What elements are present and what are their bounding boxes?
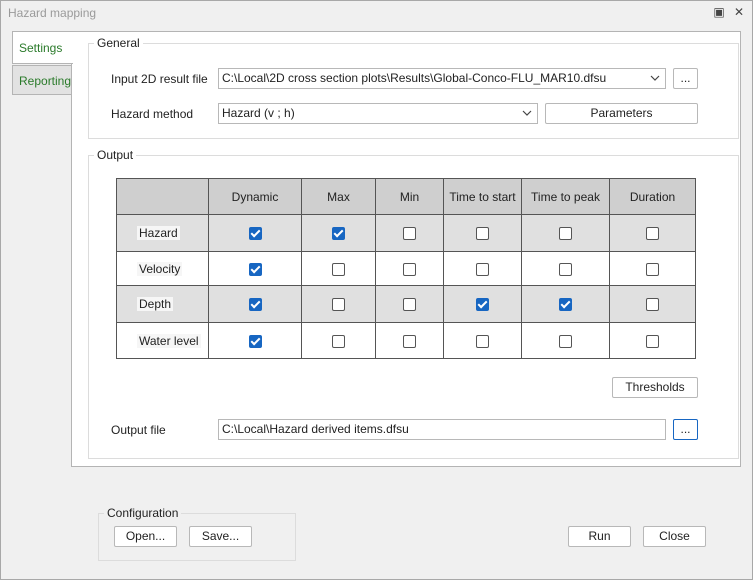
open-config-button[interactable]: Open... [114,526,177,547]
hazard-mapping-window: Hazard mapping ▣ ✕ Settings Reporting Ge… [0,0,753,580]
output-checkbox[interactable] [403,298,416,312]
checkbox-cell [301,251,376,286]
output-checkbox[interactable] [403,334,416,348]
checkbox-cell [443,251,522,286]
column-header [116,178,209,215]
column-header: Time to start [443,178,522,215]
tab-reporting[interactable]: Reporting [12,65,72,95]
parameters-button[interactable]: Parameters [545,103,698,124]
tab-settings[interactable]: Settings [12,31,73,64]
row-label-cell: Water level [116,322,209,359]
output-checkbox[interactable] [332,227,345,241]
output-checkbox[interactable] [559,298,572,312]
close-button[interactable]: Close [643,526,706,547]
column-header: Time to peak [521,178,610,215]
output-checkbox[interactable] [559,334,572,348]
checkbox-cell [443,322,522,359]
checkbox-cell [521,214,610,252]
title-bar: Hazard mapping ▣ ✕ [1,1,752,25]
table-header-row: Dynamic Max Min Time to start Time to pe… [116,178,696,215]
output-checkbox[interactable] [559,262,572,276]
checkbox-cell [301,214,376,252]
output-checkbox[interactable] [476,334,489,348]
checkbox-cell [375,214,444,252]
hazard-method-combo[interactable]: Hazard (v ; h) [218,103,538,124]
chevron-down-icon [650,75,660,81]
output-group-label: Output [94,148,137,162]
output-checkbox[interactable] [476,262,489,276]
table-row: Water level [116,322,696,359]
checkbox-cell [521,285,610,323]
column-header: Duration [609,178,696,215]
output-browse-button[interactable]: ... [673,419,698,440]
checkbox-cell [208,322,302,359]
configuration-group-label: Configuration [104,506,182,520]
output-file-field[interactable]: C:\Local\Hazard derived items.dfsu [218,419,666,440]
row-label-cell: Depth [116,285,209,323]
row-label: Depth [137,297,174,311]
general-group: General [88,36,739,139]
checkbox-cell [375,251,444,286]
settings-panel: General Input 2D result file C:\Local\2D… [71,31,741,467]
column-header: Dynamic [208,178,302,215]
output-items-table: Dynamic Max Min Time to start Time to pe… [116,178,696,359]
input-file-combo[interactable]: C:\Local\2D cross section plots\Results\… [218,68,666,89]
checkbox-cell [208,214,302,252]
output-checkbox[interactable] [646,334,659,348]
output-file-label: Output file [111,423,166,437]
run-button[interactable]: Run [568,526,631,547]
checkbox-cell [375,322,444,359]
output-checkbox[interactable] [403,227,416,241]
output-checkbox[interactable] [248,298,262,312]
output-checkbox[interactable] [476,227,489,241]
output-checkbox[interactable] [248,262,262,276]
row-label: Hazard [137,226,180,240]
chevron-down-icon [522,110,532,116]
row-label: Water level [137,333,201,348]
table-row: Depth [116,285,696,323]
general-group-label: General [94,36,143,50]
output-checkbox[interactable] [248,334,262,348]
checkbox-cell [375,285,444,323]
save-config-button[interactable]: Save... [189,526,252,547]
output-checkbox[interactable] [646,227,659,241]
checkbox-cell [443,285,522,323]
input-browse-button[interactable]: ... [673,68,698,89]
input-file-value: C:\Local\2D cross section plots\Results\… [222,71,607,85]
checkbox-cell [609,214,696,252]
output-checkbox[interactable] [332,262,345,276]
input-file-label: Input 2D result file [111,72,208,86]
hazard-method-value: Hazard (v ; h) [222,106,295,120]
checkbox-cell [208,251,302,286]
output-checkbox[interactable] [403,262,416,276]
output-checkbox[interactable] [646,262,659,276]
checkbox-cell [301,322,376,359]
row-label-cell: Velocity [116,251,209,286]
checkbox-cell [609,251,696,286]
checkbox-cell [208,285,302,323]
thresholds-button[interactable]: Thresholds [612,377,698,398]
output-checkbox[interactable] [476,298,489,312]
maximize-icon[interactable]: ▣ [712,5,726,19]
column-header: Min [375,178,444,215]
checkbox-cell [521,251,610,286]
output-checkbox[interactable] [646,298,659,312]
output-checkbox[interactable] [559,227,572,241]
table-row: Velocity [116,251,696,286]
checkbox-cell [521,322,610,359]
table-row: Hazard [116,214,696,252]
output-checkbox[interactable] [332,298,345,312]
close-icon[interactable]: ✕ [732,5,746,19]
checkbox-cell [443,214,522,252]
window-title: Hazard mapping [8,6,97,20]
hazard-method-label: Hazard method [111,107,194,121]
output-checkbox[interactable] [248,227,262,241]
row-label: Velocity [137,261,183,276]
output-checkbox[interactable] [332,334,345,348]
checkbox-cell [301,285,376,323]
checkbox-cell [609,285,696,323]
checkbox-cell [609,322,696,359]
column-header: Max [301,178,376,215]
row-label-cell: Hazard [116,214,209,252]
